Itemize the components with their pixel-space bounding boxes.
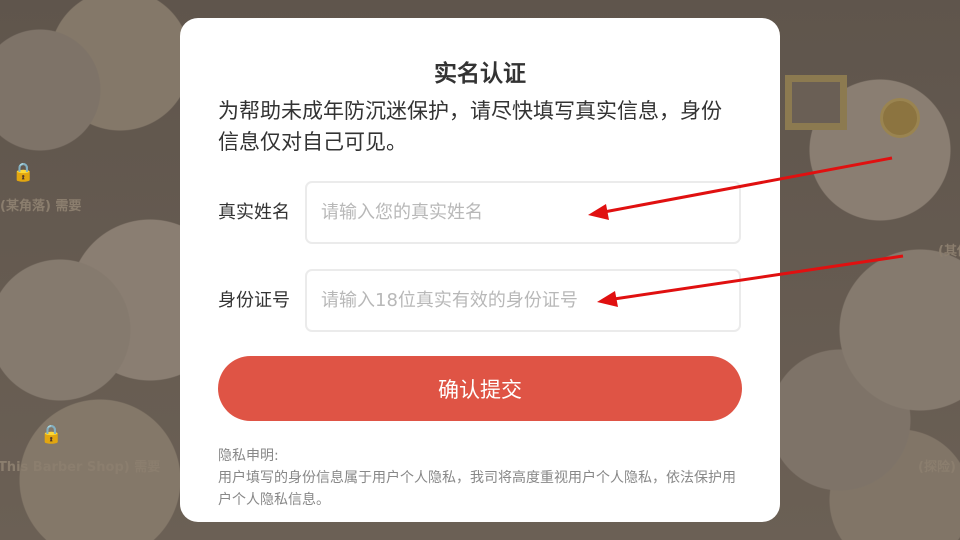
id-number-input[interactable] [305,269,741,332]
submit-button[interactable]: 确认提交 [218,356,742,421]
real-name-input[interactable] [305,181,741,244]
lock-icon: 🔒 [12,162,35,183]
background-item-label: (This Barber Shop) 需要 [0,460,161,475]
dialog-description: 为帮助未成年防沉迷保护，请尽快填写真实信息，身份信息仅对自己可见。 [218,99,722,154]
privacy-statement: 隐私申明: 用户填写的身份信息属于用户个人隐私，我司将高度重视用户个人隐私，依法… [218,445,742,511]
background-item-label: (其他) [938,244,960,259]
real-name-verification-dialog: 实名认证 为帮助未成年防沉迷保护，请尽快填写真实信息，身份信息仅对自己可见。 真… [180,18,780,522]
background-item-label: (探险) [918,460,956,475]
lock-icon: 🔒 [40,424,63,445]
id-number-label: 身份证号 [218,290,290,311]
clock-icon [880,98,920,138]
dialog-title: 实名认证 [434,61,526,87]
screen: 🔒 (某角落) 需要 🔒 (This Barber Shop) 需要 (其他) … [0,0,960,540]
privacy-heading: 隐私申明: [218,448,279,464]
real-name-label: 真实姓名 [218,202,290,223]
background-item-label: (某角落) 需要 [0,199,82,214]
picture-frame-decoration [785,75,847,130]
privacy-text: 用户填写的身份信息属于用户个人隐私，我司将高度重视用户个人隐私，依法保护用户个人… [218,470,736,508]
